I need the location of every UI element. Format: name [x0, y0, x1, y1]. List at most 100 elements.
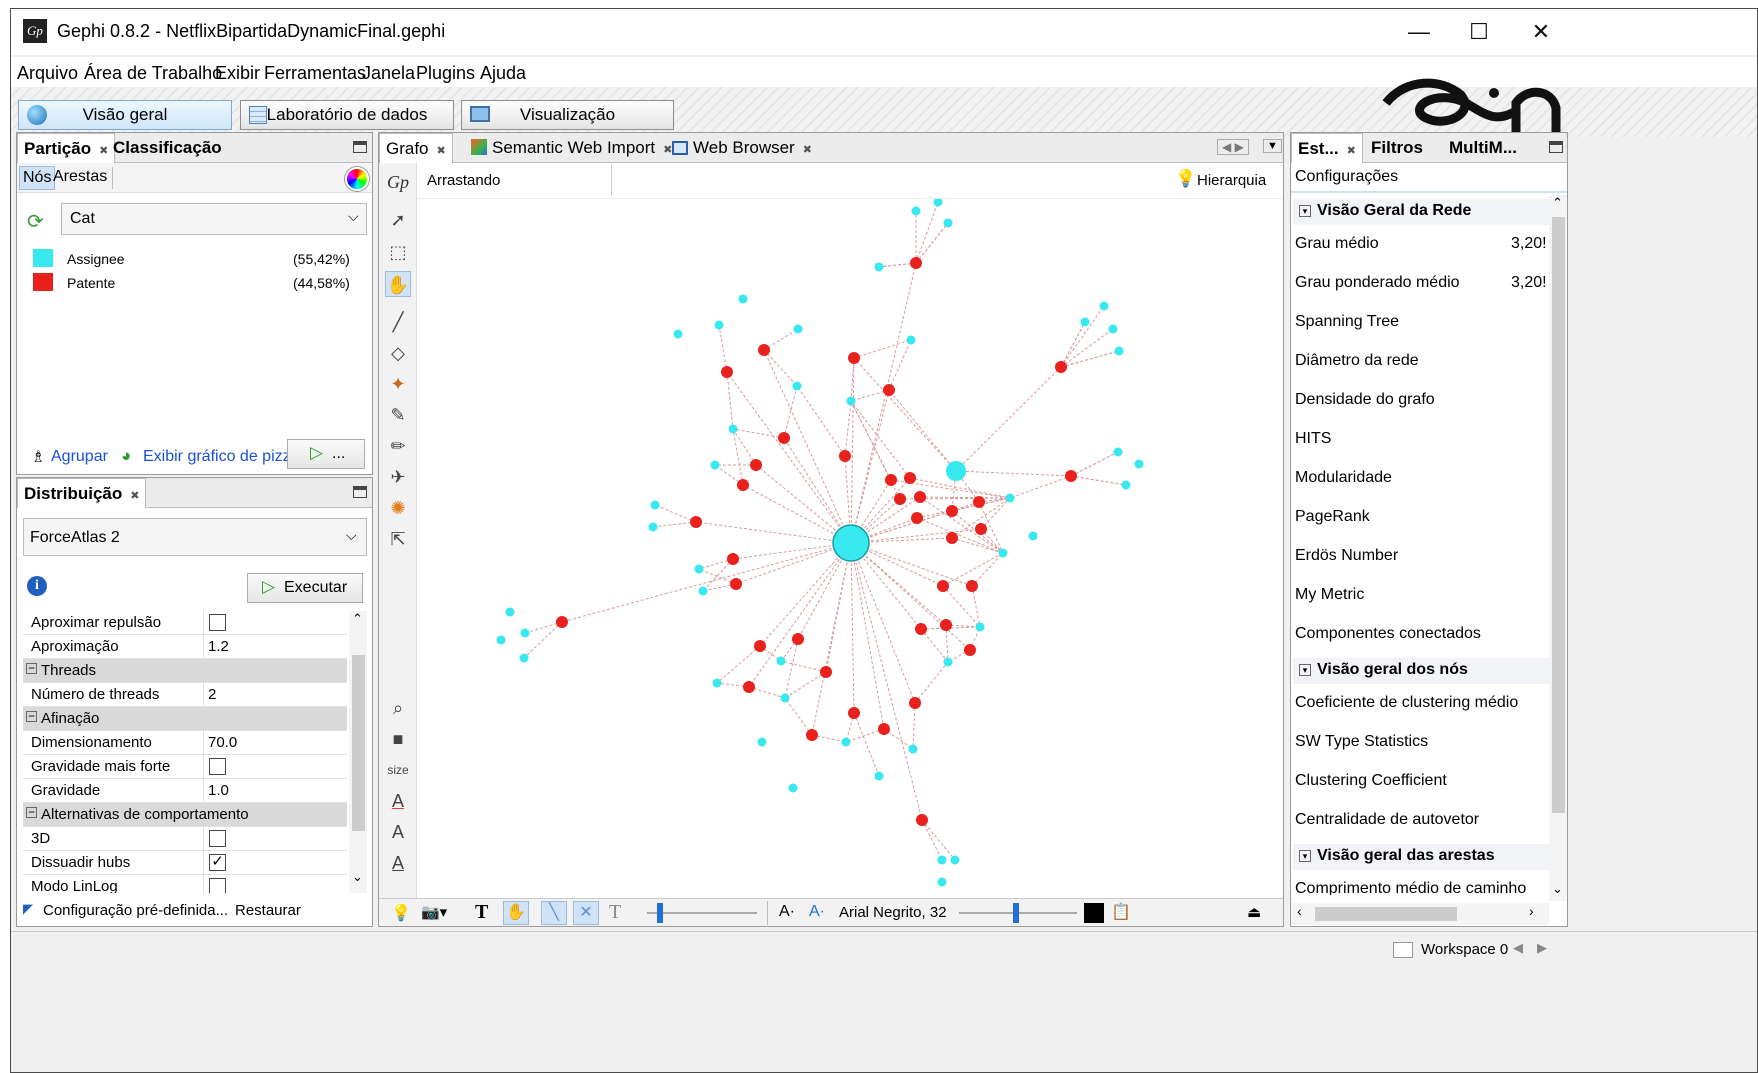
scroll-right-icon[interactable]: › — [1529, 903, 1534, 919]
mode-visualizacao[interactable]: Visualização — [461, 100, 674, 130]
menu-ajuda[interactable]: Ajuda — [480, 63, 526, 84]
size-label[interactable]: size — [385, 757, 411, 783]
assignee-node[interactable] — [728, 424, 738, 434]
tab-classificacao[interactable]: Classificação — [107, 133, 228, 163]
property-checkbox[interactable] — [209, 758, 226, 775]
menu-area-de-trabalho[interactable]: Área de Trabalho — [84, 63, 222, 84]
assignee-node[interactable] — [793, 324, 803, 334]
property-value[interactable]: 2 — [208, 686, 216, 703]
painter-tool-icon[interactable]: ✦ — [385, 371, 411, 397]
minimize-panel-button[interactable] — [353, 141, 367, 153]
minimize-panel-button[interactable] — [1549, 141, 1563, 153]
patent-node[interactable] — [848, 352, 860, 364]
patent-node[interactable] — [730, 578, 742, 590]
edit-tool-icon[interactable]: ⇱ — [385, 526, 411, 552]
patent-node[interactable] — [883, 384, 895, 396]
property-row[interactable]: Aproximação 1.2 — [23, 635, 347, 659]
scroll-up-icon[interactable]: ⌃ — [352, 611, 363, 627]
preset-link[interactable]: Configuração pré-definida... — [43, 902, 228, 919]
patent-node[interactable] — [792, 633, 804, 645]
property-checkbox[interactable]: ✓ — [209, 854, 226, 871]
collapse-icon[interactable]: ▾ — [1299, 850, 1311, 862]
reset-link[interactable]: Restaurar — [235, 902, 301, 919]
close-tab-icon[interactable]: ✖ — [437, 145, 446, 157]
maximize-button[interactable]: ☐ — [1459, 17, 1499, 47]
group-link[interactable]: Agrupar — [51, 448, 108, 466]
close-tab-icon[interactable]: ✖ — [1347, 145, 1356, 157]
assignee-node[interactable] — [937, 855, 947, 865]
run-button[interactable]: ▷ Executar — [247, 573, 363, 603]
assignee-node[interactable] — [792, 381, 802, 391]
scroll-up-icon[interactable]: ⌃ — [1552, 195, 1563, 211]
pencil-tool-icon[interactable]: ✎ — [385, 402, 411, 428]
patent-node[interactable] — [1065, 470, 1077, 482]
collapse-icon[interactable]: ▾ — [1299, 205, 1311, 217]
property-row[interactable]: 3D — [23, 827, 347, 851]
patent-node[interactable] — [937, 580, 949, 592]
edge-pencil-tool-icon[interactable]: ✏ — [385, 433, 411, 459]
heatmap-tool-icon[interactable]: ✺ — [385, 495, 411, 521]
assignee-node[interactable] — [1121, 480, 1131, 490]
assignee-node[interactable] — [738, 294, 748, 304]
assignee-node[interactable] — [908, 744, 918, 754]
show-edges-icon[interactable]: ╲ — [541, 901, 567, 925]
property-value[interactable]: 70.0 — [208, 734, 237, 751]
edge-color-icon[interactable]: ✕ — [573, 901, 599, 925]
menu-plugins[interactable]: Plugins — [416, 63, 475, 84]
assignee-node[interactable] — [950, 855, 960, 865]
attribute-select[interactable]: Cat ⌵ — [61, 203, 367, 235]
patent-node[interactable] — [750, 459, 762, 471]
font-size-down-icon[interactable]: A· — [779, 903, 795, 921]
assignee-node[interactable] — [1028, 531, 1038, 541]
assignee-node[interactable] — [673, 329, 683, 339]
edge-scale-slider[interactable] — [647, 912, 757, 914]
patent-node[interactable] — [910, 257, 922, 269]
label-font-icon[interactable]: A — [385, 850, 411, 876]
hierarchy-button[interactable]: Hierarquia — [1197, 172, 1266, 189]
scroll-left-icon[interactable]: ‹ — [1297, 903, 1302, 919]
close-button[interactable]: ✕ — [1521, 17, 1561, 47]
assignee-node[interactable] — [874, 262, 884, 272]
assignee-node[interactable] — [911, 206, 921, 216]
assignee-node[interactable] — [698, 586, 708, 596]
property-group[interactable]: − Afinação — [23, 707, 347, 731]
close-tab-icon[interactable]: ✖ — [803, 144, 812, 156]
menu-arquivo[interactable]: Arquivo — [17, 63, 78, 84]
property-checkbox[interactable] — [209, 830, 226, 847]
patent-node[interactable] — [806, 729, 818, 741]
assignee-node[interactable] — [1114, 346, 1124, 356]
menu-ferramentas[interactable]: Ferramentas — [264, 63, 366, 84]
edge-scale-thumb[interactable] — [657, 903, 663, 923]
brush-tool-icon[interactable]: ╱ — [385, 309, 411, 335]
color-palette-icon[interactable] — [345, 167, 369, 191]
property-row[interactable]: Dissuadir hubs ✓ — [23, 851, 347, 875]
assignee-node[interactable] — [1099, 301, 1109, 311]
scroll-down-icon[interactable]: ⌄ — [352, 869, 363, 885]
label-size-icon[interactable]: A — [385, 819, 411, 845]
property-checkbox[interactable] — [209, 878, 226, 893]
patent-node[interactable] — [820, 666, 832, 678]
font-selector[interactable]: Arial Negrito, 32 — [839, 904, 947, 921]
menu-janela[interactable]: Janela — [362, 63, 415, 84]
patent-node[interactable] — [848, 707, 860, 719]
patent-node[interactable] — [894, 493, 906, 505]
edge-labels-icon[interactable]: T — [609, 901, 621, 924]
graph-canvas[interactable] — [417, 199, 1283, 897]
property-value[interactable]: 1.0 — [208, 782, 229, 799]
lightbulb-icon[interactable]: 💡 — [391, 903, 411, 923]
info-icon[interactable]: i — [27, 576, 47, 596]
patent-node[interactable] — [916, 814, 928, 826]
settings-link[interactable]: Configurações — [1295, 168, 1398, 186]
assignee-node[interactable] — [1005, 493, 1015, 503]
assignee-node[interactable] — [841, 737, 851, 747]
menu-exibir[interactable]: Exibir — [215, 63, 260, 84]
tab-list-dropdown[interactable]: ▼ — [1263, 139, 1282, 153]
zoom-tool-icon[interactable]: ⌕ — [385, 695, 411, 721]
assignee-main-hub-node[interactable] — [832, 524, 870, 562]
patent-node[interactable] — [904, 472, 916, 484]
property-row[interactable]: Dimensionamento 70.0 — [23, 731, 347, 755]
patent-node[interactable] — [839, 450, 851, 462]
patent-node[interactable] — [721, 366, 733, 378]
assignee-hub-node[interactable] — [946, 461, 966, 481]
rect-select-tool-icon[interactable]: ⬚ — [385, 239, 411, 265]
